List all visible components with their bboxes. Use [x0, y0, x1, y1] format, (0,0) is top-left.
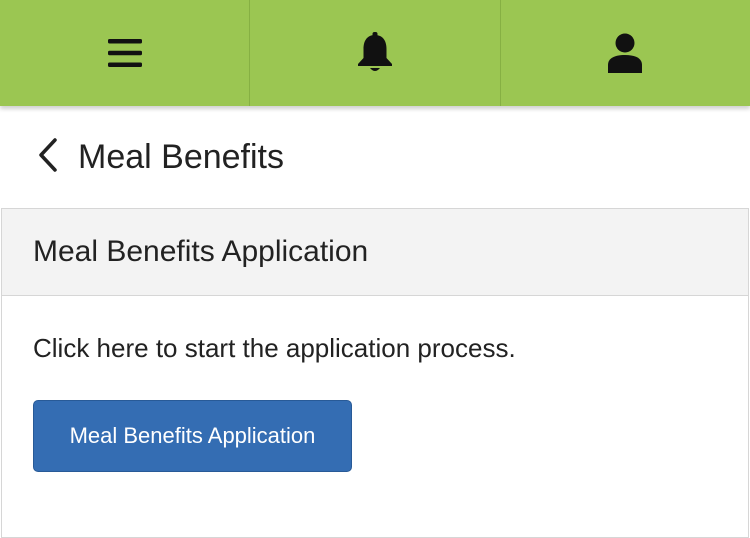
- meal-benefits-application-button[interactable]: Meal Benefits Application: [33, 400, 352, 472]
- back-button[interactable]: [23, 132, 73, 182]
- profile-button[interactable]: [501, 0, 750, 106]
- meal-benefits-panel: Meal Benefits Application Click here to …: [1, 208, 749, 538]
- top-navigation-bar: [0, 0, 750, 106]
- page-title: Meal Benefits: [78, 137, 284, 176]
- bell-icon: [357, 32, 393, 74]
- hamburger-menu-icon: [107, 38, 142, 68]
- page-header: Meal Benefits: [0, 106, 750, 208]
- chevron-left-icon: [38, 137, 58, 177]
- panel-description: Click here to start the application proc…: [33, 333, 516, 363]
- notifications-button[interactable]: [250, 0, 501, 106]
- panel-heading: Meal Benefits Application: [2, 209, 748, 296]
- menu-button[interactable]: [0, 0, 251, 106]
- panel-body: Click here to start the application proc…: [2, 332, 748, 472]
- user-profile-icon: [608, 33, 643, 73]
